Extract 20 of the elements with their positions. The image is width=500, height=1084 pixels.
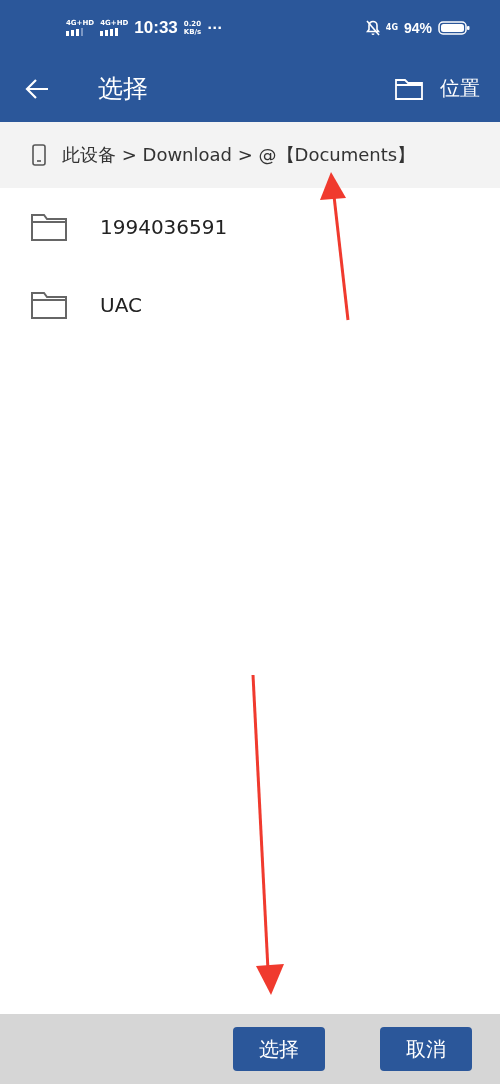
folder-icon	[394, 76, 424, 101]
folder-icon	[30, 290, 68, 320]
action-button[interactable]: 选择	[233, 1027, 325, 1071]
location-button[interactable]: 位置	[394, 75, 480, 102]
battery-icon	[438, 20, 470, 35]
more-indicator: ···	[207, 20, 223, 35]
folder-item[interactable]: 1994036591	[0, 188, 500, 266]
breadcrumb-path[interactable]: 此设备 > Download > @【Documents】	[62, 143, 416, 167]
signal-icon	[100, 28, 119, 36]
clock: 10:33	[134, 17, 178, 38]
back-button[interactable]	[24, 77, 50, 100]
network-label: 4G	[385, 23, 398, 32]
action-button[interactable]: 取消	[380, 1027, 472, 1071]
screen-title: 选择	[98, 73, 148, 105]
phone-icon	[32, 144, 46, 166]
bell-muted-icon	[365, 19, 380, 36]
folder-icon	[30, 212, 68, 242]
battery-percent: 94%	[403, 19, 432, 36]
folder-item[interactable]: UAC	[0, 266, 500, 344]
signal-icon	[66, 28, 84, 36]
